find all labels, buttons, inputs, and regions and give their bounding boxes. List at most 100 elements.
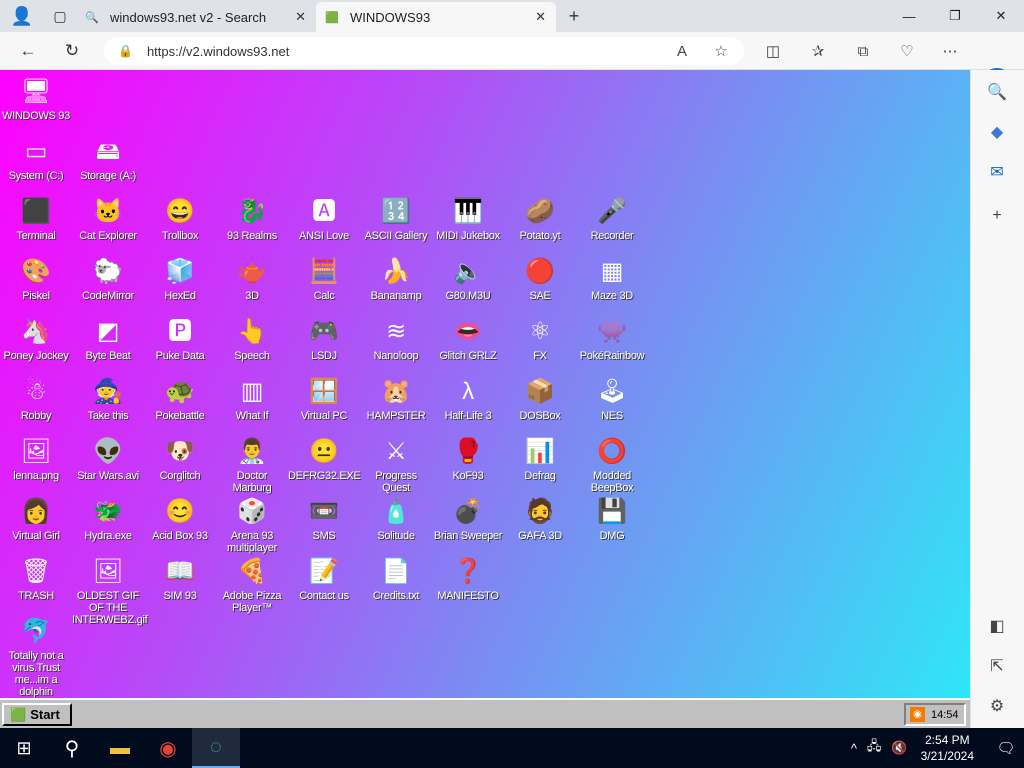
minimize-button[interactable]: — (886, 0, 932, 32)
desktop-icon[interactable]: 💾 DMG (576, 496, 648, 542)
refresh-button[interactable]: ↻ (60, 40, 84, 62)
desktop-icon[interactable]: 🧮 Calc (288, 256, 360, 302)
desktop-icon[interactable]: 🅰 ANSI Love (288, 196, 360, 242)
desktop-icon[interactable]: ▭ System (C:) (0, 136, 72, 182)
desktop-icon[interactable]: 👾 PokéRainbow (576, 316, 648, 362)
desktop-icon[interactable]: ▦ Maze 3D (576, 256, 648, 302)
desktop-icon[interactable]: 🖥 WINDOWS 93 (0, 76, 72, 122)
desktop-icon[interactable]: 🖴 Storage (A:) (72, 136, 144, 182)
desktop-icon[interactable]: 🎨 Piskel (0, 256, 72, 302)
desktop-icon[interactable]: ◩ Byte Beat (72, 316, 144, 362)
desktop-icon[interactable]: 🅿 Puke Data (144, 316, 216, 362)
tab-actions-icon[interactable]: ▢ (44, 0, 76, 32)
desktop-icon[interactable]: 🔢 ASCII Gallery (360, 196, 432, 242)
desktop-icon[interactable]: 📊 Defrag (504, 436, 576, 482)
back-button[interactable]: ← (16, 40, 40, 62)
chevron-up-icon[interactable]: ^ (851, 741, 857, 756)
desktop-icon[interactable]: 🐱 Cat Explorer (72, 196, 144, 242)
desktop-icon[interactable]: 🪟 Virtual PC (288, 376, 360, 422)
read-aloud-icon[interactable]: A (670, 39, 694, 63)
desktop-icon[interactable]: λ Half-Life 3 (432, 376, 504, 422)
desktop-icon[interactable]: 🐬 Totally not a virus.Trust me...im a dol… (0, 616, 72, 698)
desktop-icon[interactable]: 🕹 NES (576, 376, 648, 422)
desktop-icon[interactable]: 🐑 CodeMirror (72, 256, 144, 302)
desktop-icon[interactable]: ⬛ Terminal (0, 196, 72, 242)
search-icon[interactable]: 🔍 (985, 80, 1009, 104)
edge-icon[interactable]: ◌ (192, 728, 240, 768)
desktop-icon[interactable]: 📄 Credits.txt (360, 556, 432, 602)
os-clock[interactable]: 2:54 PM 3/21/2024 (921, 732, 974, 764)
close-icon[interactable]: ✕ (295, 9, 306, 25)
desktop-icon[interactable]: 🐢 Pokebattle (144, 376, 216, 422)
desktop-icon[interactable]: 🗑 TRASH (0, 556, 72, 602)
desktop-icon[interactable]: 👆 Speech (216, 316, 288, 362)
desktop-icon[interactable]: 🧔 GAFA 3D (504, 496, 576, 542)
desktop-icon[interactable]: 🐹 HAMPSTER (360, 376, 432, 422)
desktop-icon[interactable]: 🐶 Corglitch (144, 436, 216, 482)
collections-icon[interactable]: ⧉ (850, 39, 876, 63)
desktop-icon[interactable]: ⭕ Modded BeepBox (576, 436, 648, 494)
new-tab-button[interactable]: + (556, 0, 592, 32)
add-icon[interactable]: + (985, 204, 1009, 228)
desktop-icon[interactable]: 🥔 Potato.yt (504, 196, 576, 242)
desktop-icon[interactable]: 📖 SIM 93 (144, 556, 216, 602)
desktop-icon[interactable]: 📝 Contact us (288, 556, 360, 602)
desktop-icon[interactable]: 😊 Acid Box 93 (144, 496, 216, 542)
address-bar[interactable]: 🔒 https://v2.windows93.net (104, 37, 744, 65)
desktop-icon[interactable]: ⚛ FX (504, 316, 576, 362)
external-link-icon[interactable]: ⇱ (985, 654, 1009, 678)
favorites-icon[interactable]: ✰ (805, 39, 831, 63)
desktop-icon[interactable]: 🫖 3D (216, 256, 288, 302)
outlook-icon[interactable]: ✉ (985, 160, 1009, 184)
window-close-button[interactable]: ✕ (978, 0, 1024, 32)
desktop-icon[interactable]: 😐 DEFRG32.EXE (288, 436, 361, 482)
desktop-icon[interactable]: 👩 Virtual Girl (0, 496, 72, 542)
desktop-icon[interactable]: ≋ Nanoloop (360, 316, 432, 362)
volume-muted-icon[interactable]: 🔇 (891, 740, 907, 756)
desktop-icon[interactable]: 📼 SMS (288, 496, 360, 542)
desktop-icon[interactable]: 🧙 Take this (72, 376, 144, 422)
desktop-icon[interactable]: 🖼 OLDEST GIF OF THE INTERWEBZ.gif (72, 556, 148, 626)
browser-essentials-icon[interactable]: ♡ (894, 39, 920, 63)
tab-search[interactable]: 🔍 windows93.net v2 - Search ✕ (76, 2, 316, 32)
desktop-icon[interactable]: 🐲 Hydra.exe (72, 496, 144, 542)
rss-icon[interactable]: ◉ (910, 707, 925, 722)
desktop-icon[interactable]: 🧴 Solitude (360, 496, 432, 542)
desktop-icon[interactable]: 🦄 Poney Jockey (0, 316, 72, 362)
desktop-icon[interactable]: ⚔ Progress Quest (360, 436, 432, 494)
desktop-icon[interactable]: 🥊 KoF93 (432, 436, 504, 482)
desktop-icon[interactable]: 🖼 lenna.png (0, 436, 72, 482)
desktop-icon[interactable]: 🐉 93 Realms (216, 196, 288, 242)
split-screen-icon[interactable]: ◫ (760, 39, 786, 63)
tab-windows93[interactable]: 🟩 WINDOWS93 ✕ (316, 2, 556, 32)
desktop-icon[interactable]: 🔈 G80.M3U (432, 256, 504, 302)
desktop-icon[interactable]: 🎲 Arena 93 multiplayer (216, 496, 288, 554)
chrome-icon[interactable]: ◉ (144, 728, 192, 768)
network-icon[interactable]: 🖧 (867, 737, 882, 759)
desktop-icon[interactable]: 📦 DOSBox (504, 376, 576, 422)
desktop-icon[interactable]: ▥ What If (216, 376, 288, 422)
desktop-icon[interactable]: ☃ Robby (0, 376, 72, 422)
profile-icon[interactable]: 👤 (0, 0, 44, 32)
desktop-icon[interactable]: 👄 Glitch GRLZ (432, 316, 504, 362)
favorite-star-icon[interactable]: ☆ (709, 39, 733, 63)
windows-start-icon[interactable]: ⊞ (0, 728, 48, 768)
search-icon[interactable]: ⚲ (48, 728, 96, 768)
desktop-icon[interactable]: 🍌 Bananamp (360, 256, 432, 302)
close-icon[interactable]: ✕ (535, 9, 546, 25)
desktop-icon[interactable]: 🍕 Adobe Pizza Player™ (216, 556, 288, 614)
desktop-icon[interactable]: 💣 Brian Sweeper (432, 496, 504, 542)
file-explorer-icon[interactable]: ▬ (96, 728, 144, 768)
restore-button[interactable]: ❐ (932, 0, 978, 32)
sidebar-toggle-icon[interactable]: ◧ (985, 614, 1009, 638)
desktop-icon[interactable]: 😄 Trollbox (144, 196, 216, 242)
desktop-icon[interactable]: 👨‍⚕️ Doctor Marburg (216, 436, 288, 494)
windows93-desktop[interactable]: 🖥 WINDOWS 93 ▭ System (C:) 🖴 Storage (A:) ⬛ Ter… (0, 70, 970, 698)
shopping-icon[interactable]: ◆ (985, 120, 1009, 144)
desktop-icon[interactable]: ❓ MANIFESTO (432, 556, 504, 602)
desktop-icon[interactable]: 🔴 SAE (504, 256, 576, 302)
notifications-icon[interactable]: 🗨 (988, 728, 1024, 768)
start-button[interactable]: 🟩 Start (2, 703, 72, 726)
desktop-icon[interactable]: 👽 Star Wars.avi (72, 436, 144, 482)
settings-gear-icon[interactable]: ⚙ (985, 694, 1009, 718)
